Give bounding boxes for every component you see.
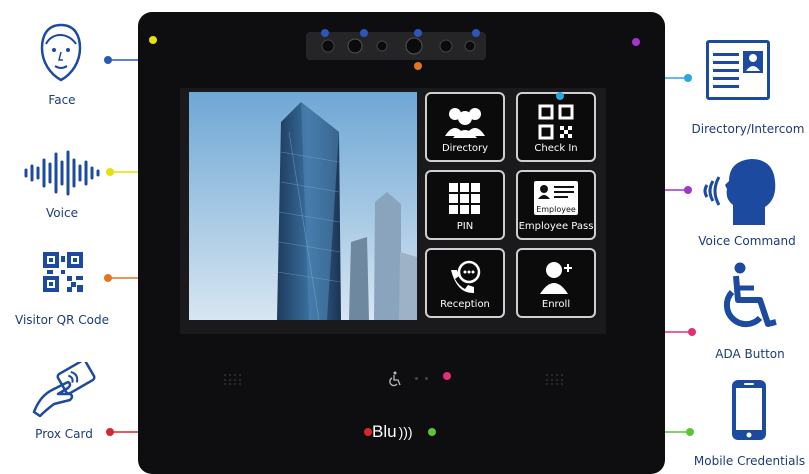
camera-array xyxy=(306,32,486,60)
feature-label-directory-intercom: Directory/Intercom xyxy=(691,122,805,136)
voice-dot-1 xyxy=(149,36,157,44)
tile-label: PIN xyxy=(456,221,474,232)
feature-label-face: Face xyxy=(48,93,76,107)
ada-dot-1 xyxy=(443,372,451,380)
tile-label: Directory xyxy=(441,143,489,154)
mobile-phone-icon xyxy=(732,380,766,440)
employee-badge-icon: Employee xyxy=(534,181,578,215)
tile-reception[interactable]: Reception xyxy=(425,248,505,318)
feature-label-voice: Voice xyxy=(46,206,78,220)
voice-waveform-icon xyxy=(24,150,100,196)
tile-pin[interactable]: PIN xyxy=(425,170,505,240)
tile-check-in[interactable]: Check In xyxy=(516,92,596,162)
badge-text: Employee xyxy=(536,205,576,214)
voice-command-icon xyxy=(703,159,776,225)
ada-button[interactable] xyxy=(387,371,403,387)
qr-dot-2 xyxy=(414,62,422,70)
qr-dot-1 xyxy=(104,274,112,282)
brand-logo: Blu))) xyxy=(372,422,413,441)
tile-label: Enroll xyxy=(541,299,571,310)
mobile-dot-1 xyxy=(428,428,436,436)
mobile-dot-2 xyxy=(686,428,694,436)
feature-label-ada-button: ADA Button xyxy=(715,347,785,361)
directory-dot-2 xyxy=(684,74,692,82)
face-dot-5 xyxy=(472,29,480,37)
feature-label-voice-command: Voice Command xyxy=(698,234,796,248)
prox-dot-2 xyxy=(364,428,372,436)
tile-directory[interactable]: Directory xyxy=(425,92,505,162)
ada-dot-2 xyxy=(688,328,696,336)
feature-label-mobile-credentials: Mobile Credentials xyxy=(693,454,806,468)
indicator-dots xyxy=(415,377,437,381)
face-dot-4 xyxy=(414,29,422,37)
wheelchair-icon xyxy=(723,262,777,328)
voice-command-dot-2 xyxy=(684,186,692,194)
building-image xyxy=(189,92,417,320)
qr-code-icon xyxy=(538,104,574,140)
prox-dot-1 xyxy=(106,428,114,436)
qr-code-icon xyxy=(43,252,83,292)
tile-label: Reception xyxy=(440,299,490,310)
face-icon xyxy=(40,23,82,82)
tile-label: Employee Pass xyxy=(518,221,594,232)
keypad-icon xyxy=(449,183,480,214)
feature-label-prox-card: Prox Card xyxy=(35,427,93,441)
voice-command-dot-1 xyxy=(632,38,640,46)
directory-card-icon xyxy=(706,40,770,100)
face-dot-2 xyxy=(321,29,329,37)
voice-dot-2 xyxy=(106,168,114,176)
group-icon xyxy=(445,108,485,138)
phone-chat-icon xyxy=(451,260,481,294)
speaker-grill-left xyxy=(224,374,241,385)
tile-enroll[interactable]: Enroll xyxy=(516,248,596,318)
tile-employee-pass[interactable]: Employee Employee Pass xyxy=(516,170,596,240)
prox-card-icon xyxy=(32,362,96,418)
nfc-icon: ))) xyxy=(398,424,413,440)
face-dot-1 xyxy=(104,56,112,64)
add-user-icon xyxy=(540,262,572,294)
directory-dot-1 xyxy=(556,92,564,100)
speaker-grill-right xyxy=(546,374,563,385)
face-dot-3 xyxy=(360,29,368,37)
tile-label: Check In xyxy=(534,143,578,154)
feature-label-visitor-qr: Visitor QR Code xyxy=(15,313,109,327)
